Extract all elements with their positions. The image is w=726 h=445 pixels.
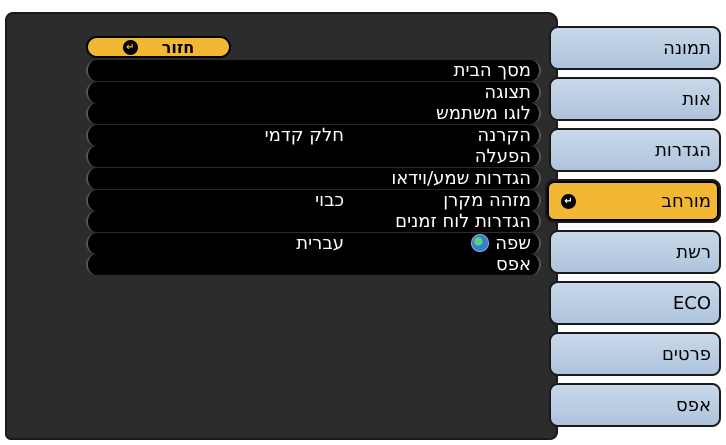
menu-item[interactable]: הפעלה bbox=[86, 146, 541, 168]
menu-item-label: הקרנה bbox=[477, 124, 531, 146]
tab-1[interactable]: אות bbox=[549, 77, 721, 121]
menu-item-label-wrap: לוגו משתמש bbox=[436, 103, 531, 124]
menu-item-label: שפה bbox=[495, 232, 531, 254]
tab-label: פרטים bbox=[661, 344, 711, 365]
enter-icon: ↵ bbox=[561, 194, 576, 209]
menu-item-label: הפעלה bbox=[474, 146, 531, 168]
menu-item[interactable]: הגדרות שמע/וידאו bbox=[86, 167, 541, 189]
menu-item-label: אפס bbox=[496, 254, 531, 276]
category-tabs: תמונה אות הגדרות מורחב ↵ רשת ECO פרטים אפס bbox=[545, 26, 721, 434]
menu-item-value: חלק קדמי bbox=[264, 124, 344, 146]
enter-icon: ↵ bbox=[122, 39, 138, 55]
menu-item-label-wrap: הגדרות שמע/וידאו bbox=[391, 168, 531, 189]
tab-2[interactable]: הגדרות bbox=[549, 128, 721, 172]
tab-6[interactable]: פרטים bbox=[549, 332, 721, 376]
tab-0[interactable]: תמונה bbox=[549, 26, 721, 70]
menu-item-value: כבוי bbox=[315, 189, 344, 211]
tab-label: ECO bbox=[672, 293, 711, 314]
tab-7[interactable]: אפס bbox=[549, 383, 721, 427]
menu-item-label-wrap: אפס bbox=[496, 254, 531, 275]
tab-5[interactable]: ECO bbox=[549, 281, 721, 325]
menu-item-label-wrap: שפה bbox=[471, 233, 531, 254]
menu-item-label: הגדרות לוח זמנים bbox=[395, 211, 531, 233]
menu-item[interactable]: הקרנה חלק קדמי bbox=[86, 124, 541, 146]
menu-item[interactable]: הגדרות לוח זמנים bbox=[86, 211, 541, 233]
menu-item[interactable]: לוגו משתמש bbox=[86, 103, 541, 125]
menu-list: מסך הבית תצוגה לוגו משתמש הקרנה חלק קדמי הפעל… bbox=[86, 60, 541, 276]
menu-item-label-wrap: מזהה מקרן bbox=[443, 190, 531, 211]
menu-item[interactable]: תצוגה bbox=[86, 81, 541, 103]
menu-item-label: מזהה מקרן bbox=[443, 189, 531, 211]
tab-label: אות bbox=[682, 89, 711, 110]
menu-item-label-wrap: הפעלה bbox=[475, 146, 531, 167]
menu-item[interactable]: מסך הבית bbox=[86, 60, 541, 81]
tab-4[interactable]: רשת bbox=[549, 230, 721, 274]
menu-item-label-wrap: מסך הבית bbox=[454, 60, 531, 81]
menu-item[interactable]: שפה עברית bbox=[86, 232, 541, 254]
menu-item-label: לוגו משתמש bbox=[436, 103, 531, 125]
tab-label: הגדרות bbox=[655, 140, 711, 161]
menu-item-label-wrap: הקרנה bbox=[477, 125, 531, 146]
menu-item-label-wrap: תצוגה bbox=[484, 82, 531, 103]
menu-item[interactable]: אפס bbox=[86, 254, 541, 276]
menu-item-label-wrap: הגדרות לוח זמנים bbox=[395, 211, 531, 232]
tab-label: תמונה bbox=[663, 38, 711, 59]
menu-item-label: תצוגה bbox=[484, 81, 531, 103]
tab-label: מורחב bbox=[661, 191, 711, 212]
tab-3[interactable]: מורחב ↵ bbox=[545, 179, 721, 223]
menu-item-label: מסך הבית bbox=[453, 60, 531, 81]
tab-label: אפס bbox=[676, 395, 711, 416]
menu-item[interactable]: מזהה מקרן כבוי bbox=[86, 189, 541, 211]
back-label: חזור bbox=[161, 37, 195, 57]
tab-label: רשת bbox=[676, 242, 711, 263]
menu-item-value: עברית bbox=[296, 232, 344, 254]
back-button[interactable]: חזור ↵ bbox=[86, 36, 231, 58]
menu-item-label: הגדרות שמע/וידאו bbox=[391, 167, 531, 189]
globe-icon bbox=[471, 234, 490, 253]
